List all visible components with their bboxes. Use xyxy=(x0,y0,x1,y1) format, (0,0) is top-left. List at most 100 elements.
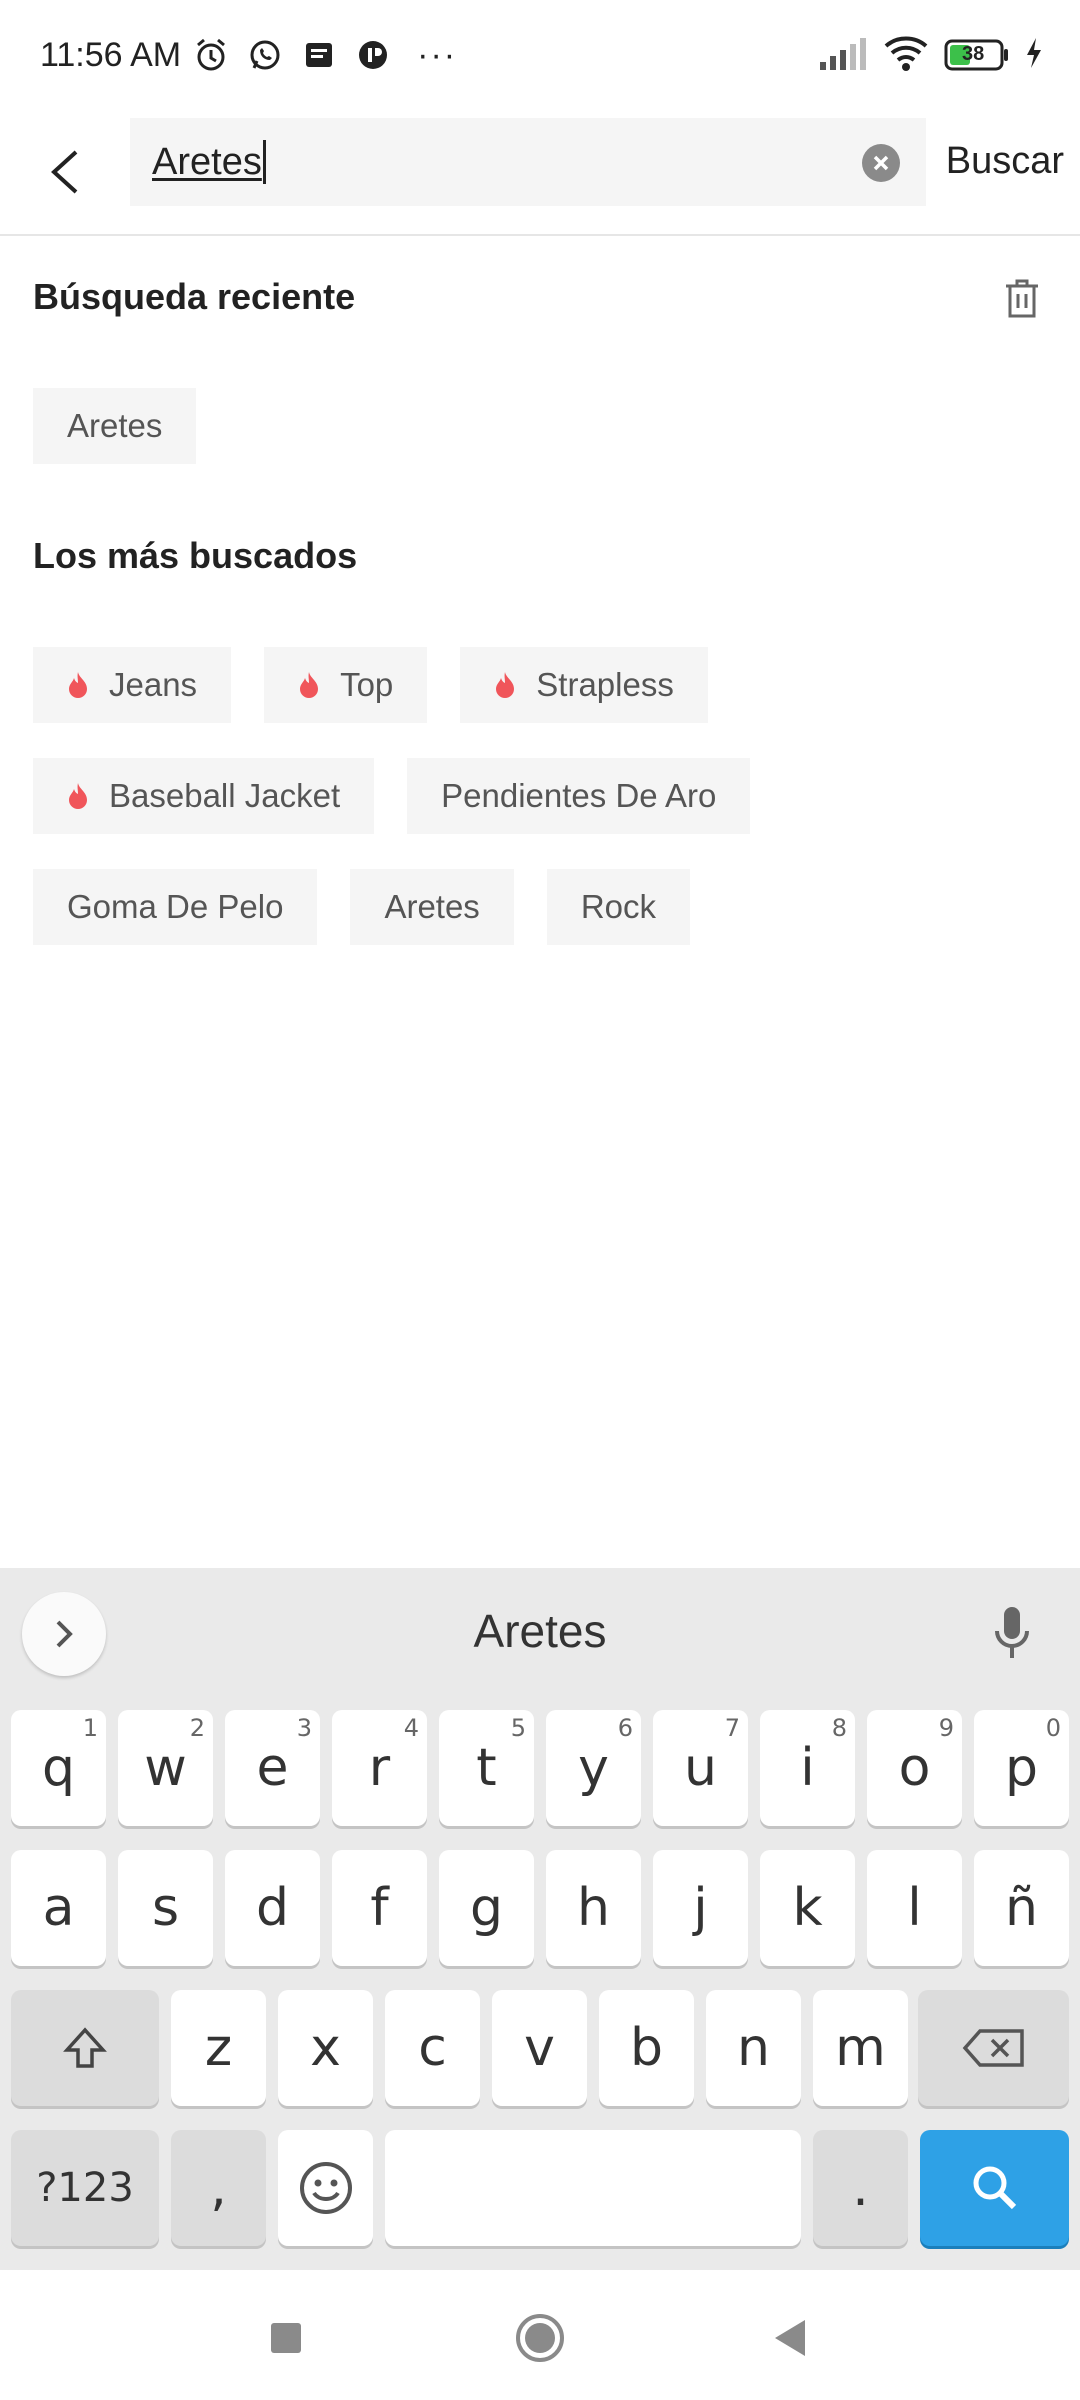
word-suggestion[interactable]: Aretes xyxy=(0,1604,1080,1658)
backspace-key[interactable] xyxy=(918,1990,1069,2106)
recents-button[interactable] xyxy=(256,2308,316,2368)
shift-key[interactable] xyxy=(11,1990,159,2106)
key-label: j xyxy=(693,1878,708,1938)
key-k[interactable]: k xyxy=(760,1850,855,1966)
key-y[interactable]: y6 xyxy=(546,1710,641,1826)
key-number-hint: 2 xyxy=(189,1714,205,1742)
voice-input-button[interactable] xyxy=(982,1598,1042,1668)
comma-key[interactable]: , xyxy=(171,2130,266,2246)
status-bar: 11:56 AM ··· 38 xyxy=(0,0,1080,110)
key-label: c xyxy=(418,2018,447,2078)
recent-search-chip[interactable]: Aretes xyxy=(33,388,197,464)
key-g[interactable]: g xyxy=(439,1850,534,1966)
key-v[interactable]: v xyxy=(492,1990,587,2106)
popular-search-chip[interactable]: Pendientes De Aro xyxy=(407,758,751,834)
key-label: d xyxy=(255,1878,289,1938)
notification-icons: ··· xyxy=(191,35,457,75)
alarm-icon xyxy=(191,35,231,75)
emoji-key[interactable] xyxy=(278,2130,373,2246)
key-ñ[interactable]: ñ xyxy=(974,1850,1069,1966)
chip-label: Goma De Pelo xyxy=(67,888,284,925)
recent-searches-title: Búsqueda reciente xyxy=(33,276,356,317)
key-label: t xyxy=(476,1738,497,1798)
home-button[interactable] xyxy=(510,2308,570,2368)
key-l[interactable]: l xyxy=(867,1850,962,1966)
chip-label: Aretes xyxy=(384,888,480,925)
key-h[interactable]: h xyxy=(546,1850,641,1966)
search-submit-button[interactable]: Buscar xyxy=(946,140,1064,183)
key-q[interactable]: q1 xyxy=(11,1710,106,1826)
search-query-text[interactable]: Aretes xyxy=(152,141,262,184)
key-x[interactable]: x xyxy=(278,1990,373,2106)
key-label: p xyxy=(1004,1738,1038,1798)
key-u[interactable]: u7 xyxy=(653,1710,748,1826)
popular-searches-row-2: Baseball Jacket Pendientes De Aro xyxy=(33,758,751,834)
status-time: 11:56 AM xyxy=(40,35,182,74)
key-label: ñ xyxy=(1005,1878,1038,1938)
clear-search-button[interactable] xyxy=(862,144,900,182)
clear-history-button[interactable] xyxy=(1000,276,1044,320)
key-s[interactable]: s xyxy=(118,1850,213,1966)
nav-back-button[interactable] xyxy=(760,2308,820,2368)
whatsapp-icon xyxy=(245,35,285,75)
key-j[interactable]: j xyxy=(653,1850,748,1966)
key-c[interactable]: c xyxy=(385,1990,480,2106)
key-z[interactable]: z xyxy=(171,1990,266,2106)
chip-label: Baseball Jacket xyxy=(109,777,341,814)
popular-searches-row-1: Jeans Top Strapless xyxy=(33,647,708,723)
emoji-icon xyxy=(299,2162,352,2214)
key-number-hint: 9 xyxy=(938,1714,954,1742)
popular-search-chip[interactable]: Top xyxy=(264,647,428,723)
space-key[interactable] xyxy=(385,2130,801,2246)
chip-label: Pendientes De Aro xyxy=(441,777,717,814)
key-d[interactable]: d xyxy=(225,1850,320,1966)
key-t[interactable]: t5 xyxy=(439,1710,534,1826)
key-a[interactable]: a xyxy=(11,1850,106,1966)
popular-search-chip[interactable]: Aretes xyxy=(350,869,514,945)
popular-search-chip[interactable]: Rock xyxy=(546,869,690,945)
key-label: i xyxy=(800,1738,815,1798)
key-label: v xyxy=(524,2018,555,2078)
key-p[interactable]: p0 xyxy=(974,1710,1069,1826)
key-label: h xyxy=(577,1878,610,1938)
key-label: f xyxy=(370,1878,389,1938)
search-header: Aretes Buscar xyxy=(0,110,1080,236)
key-m[interactable]: m xyxy=(813,1990,908,2106)
key-n[interactable]: n xyxy=(706,1990,801,2106)
back-button[interactable] xyxy=(40,132,90,212)
key-o[interactable]: o9 xyxy=(867,1710,962,1826)
key-label: q xyxy=(41,1738,75,1798)
popular-search-chip[interactable]: Jeans xyxy=(33,647,232,723)
key-label: w xyxy=(144,1738,187,1798)
key-number-hint: 8 xyxy=(831,1714,847,1742)
back-arrow-icon xyxy=(51,150,78,194)
key-number-hint: 1 xyxy=(82,1714,98,1742)
key-b[interactable]: b xyxy=(599,1990,694,2106)
search-input[interactable]: Aretes xyxy=(130,118,926,206)
system-icons: 38 xyxy=(818,0,1044,110)
trash-icon xyxy=(1006,279,1038,318)
wifi-icon xyxy=(882,34,930,77)
popular-search-chip[interactable]: Strapless xyxy=(460,647,708,723)
text-cursor xyxy=(262,140,266,184)
battery-icon: 38 xyxy=(944,38,1010,72)
popular-searches-title: Los más buscados xyxy=(33,535,358,576)
key-label: . xyxy=(852,2158,869,2218)
key-label: b xyxy=(629,2018,663,2078)
key-e[interactable]: e3 xyxy=(225,1710,320,1826)
popular-search-chip[interactable]: Goma De Pelo xyxy=(33,869,318,945)
charging-icon xyxy=(1024,36,1044,75)
key-i[interactable]: i8 xyxy=(760,1710,855,1826)
square-icon xyxy=(271,2323,301,2353)
key-label: s xyxy=(151,1878,180,1938)
more-notifications-icon: ··· xyxy=(417,35,458,74)
key-w[interactable]: w2 xyxy=(118,1710,213,1826)
key-f[interactable]: f xyxy=(332,1850,427,1966)
period-key[interactable]: . xyxy=(813,2130,908,2246)
triangle-back-icon xyxy=(775,2320,805,2356)
keyboard-search-key[interactable] xyxy=(920,2130,1069,2246)
popular-search-chip[interactable]: Baseball Jacket xyxy=(33,758,375,834)
key-r[interactable]: r4 xyxy=(332,1710,427,1826)
key-label: l xyxy=(907,1878,922,1938)
symbols-key[interactable]: ?123 xyxy=(11,2130,159,2246)
